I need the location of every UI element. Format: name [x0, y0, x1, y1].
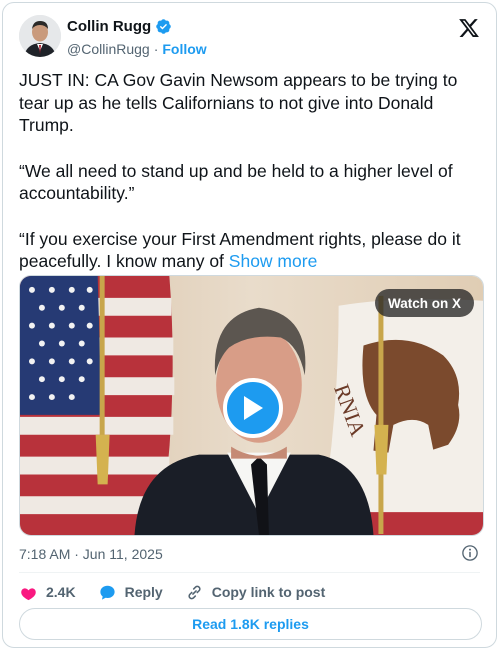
tweet-paragraph: “We all need to stand up and be held to … — [19, 160, 453, 204]
info-icon[interactable] — [461, 544, 479, 562]
watch-on-x-button[interactable]: Watch on X — [375, 289, 474, 317]
show-more-link[interactable]: Show more — [229, 251, 318, 271]
post-timestamp[interactable]: 7:18 AM · Jun 11, 2025 — [19, 546, 163, 562]
video-player[interactable]: RNIA Watch on X — [19, 275, 484, 536]
reply-button[interactable]: Reply — [98, 583, 163, 602]
author-handle[interactable]: @CollinRugg — [67, 41, 150, 57]
tweet-paragraph-last: “If you exercise your First Amendment ri… — [19, 228, 479, 273]
link-icon — [188, 585, 201, 599]
separator-dot: · — [153, 41, 159, 57]
verified-badge-icon — [155, 18, 172, 35]
author-name-row: Collin Rugg — [67, 18, 172, 35]
reply-bubble-icon — [99, 585, 115, 600]
author-handle-row: @CollinRugg · Follow — [67, 41, 207, 57]
copy-link-button[interactable]: Copy link to post — [185, 583, 326, 602]
reply-label: Reply — [124, 584, 163, 600]
x-logo-icon[interactable] — [458, 17, 480, 39]
like-button[interactable]: 2.4K — [19, 583, 76, 602]
copy-link-label: Copy link to post — [211, 584, 326, 600]
author-name[interactable]: Collin Rugg — [67, 18, 151, 35]
like-count: 2.4K — [46, 584, 76, 600]
tweet-text: JUST IN: CA Gov Gavin Newsom appears to … — [19, 69, 479, 273]
follow-button[interactable]: Follow — [162, 41, 206, 57]
action-bar: 2.4K Reply Copy link to post — [19, 581, 347, 603]
play-icon[interactable] — [223, 378, 283, 438]
tweet-card: Collin Rugg @CollinRugg · Follow JUST IN… — [2, 2, 497, 648]
tweet-paragraph: JUST IN: CA Gov Gavin Newsom appears to … — [19, 70, 458, 135]
heart-icon — [21, 587, 36, 600]
read-replies-button[interactable]: Read 1.8K replies — [19, 608, 482, 640]
divider — [19, 572, 480, 573]
avatar[interactable] — [19, 15, 61, 57]
